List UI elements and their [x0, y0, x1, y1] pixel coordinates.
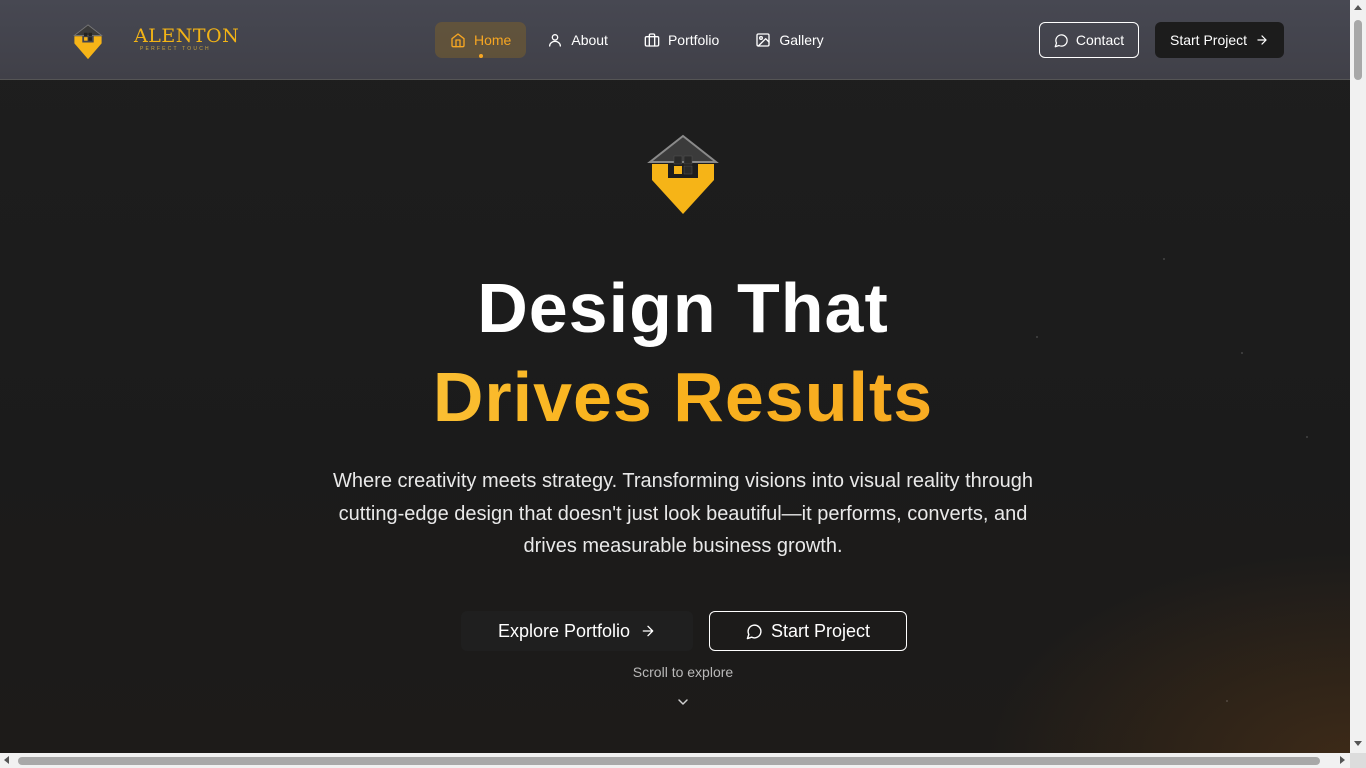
horizontal-scrollbar[interactable]	[0, 753, 1350, 768]
hero-lead: Where creativity meets strategy. Transfo…	[333, 470, 1033, 557]
hero-logo-icon	[647, 134, 719, 214]
nav-item-label: Home	[474, 32, 512, 48]
main-nav: Home About Portfolio Gallery	[435, 22, 845, 58]
scroll-right-icon[interactable]	[1340, 756, 1345, 764]
nav-item-about[interactable]: About	[532, 22, 623, 58]
star-dot	[1163, 258, 1165, 260]
home-icon	[451, 33, 465, 48]
scrollbar-corner	[1350, 753, 1366, 768]
user-icon	[549, 34, 562, 47]
explore-portfolio-button[interactable]: Explore Portfolio	[461, 611, 693, 651]
scroll-up-icon[interactable]	[1354, 5, 1362, 10]
hero-title-line2: Drives Results	[0, 357, 1350, 437]
scroll-left-icon[interactable]	[4, 756, 9, 764]
start-project-label: Start Project	[1169, 32, 1248, 48]
brand-logo[interactable]: ALENTON PERFECT TOUCH	[62, 18, 239, 66]
nav-item-gallery[interactable]: Gallery	[740, 22, 838, 58]
image-icon	[756, 33, 770, 47]
nav-item-label: Gallery	[779, 32, 824, 48]
briefcase-icon	[644, 33, 660, 47]
start-project-hero-button[interactable]: Start Project	[709, 611, 907, 651]
nav-item-home[interactable]: Home	[435, 22, 527, 58]
contact-label: Contact	[1075, 32, 1125, 48]
brand-name: ALENTON	[134, 25, 240, 47]
vertical-scrollbar[interactable]	[1350, 0, 1366, 753]
vertical-scroll-thumb[interactable]	[1354, 20, 1362, 80]
page: ALENTON PERFECT TOUCH Home About Portfol…	[0, 0, 1350, 753]
scroll-down-icon[interactable]	[1354, 741, 1362, 746]
arrow-right-icon	[1257, 35, 1267, 45]
message-circle-icon	[746, 623, 762, 639]
star-dot	[1241, 352, 1243, 354]
nav-item-label: Portfolio	[667, 32, 720, 48]
horizontal-scroll-thumb[interactable]	[18, 757, 1320, 765]
scroll-hint: Scroll to explore	[632, 664, 734, 680]
nav-item-portfolio[interactable]: Portfolio	[629, 22, 734, 58]
star-dot	[1226, 700, 1228, 702]
start-project-label: Start Project	[770, 620, 871, 641]
brand-wordmark: ALENTON PERFECT TOUCH	[134, 26, 239, 52]
contact-button[interactable]: Contact	[1039, 22, 1139, 58]
nav-item-label: About	[571, 32, 608, 48]
arrow-right-icon	[642, 625, 654, 637]
hero-title-line1: Design That	[477, 269, 889, 347]
logo-mark-icon	[62, 18, 114, 66]
chevron-down-icon[interactable]	[675, 694, 691, 710]
message-circle-icon	[1054, 33, 1068, 47]
site-header: ALENTON PERFECT TOUCH Home About Portfol…	[0, 0, 1350, 80]
start-project-header-button[interactable]: Start Project	[1155, 22, 1284, 58]
explore-portfolio-label: Explore Portfolio	[497, 620, 631, 641]
